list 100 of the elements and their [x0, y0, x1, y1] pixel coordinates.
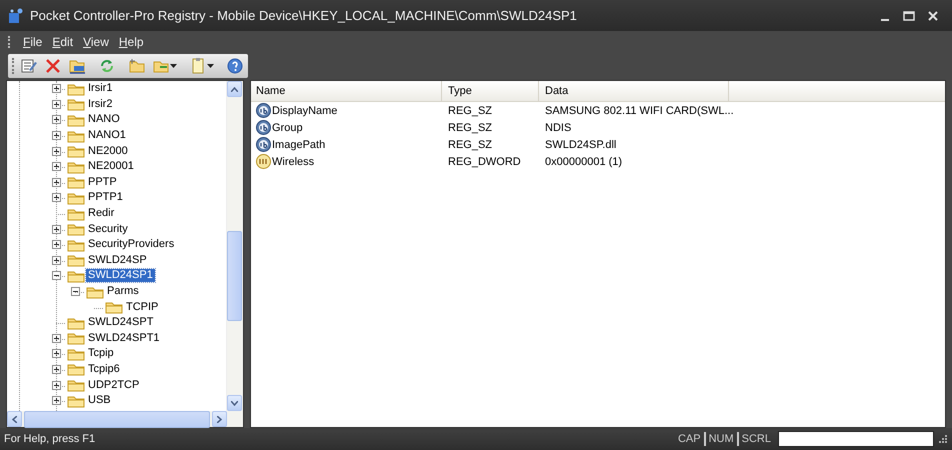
tree-item[interactable]: SWLD24SP — [86, 254, 149, 267]
expand-icon[interactable] — [52, 396, 61, 406]
caret-icon — [217, 416, 222, 422]
table-cell-text: REG_SZ — [447, 122, 494, 134]
app-icon — [6, 6, 24, 24]
expand-icon[interactable] — [52, 256, 61, 265]
tree-item[interactable]: NE20001 — [86, 160, 136, 174]
tree-item[interactable]: USB — [86, 394, 113, 408]
scroll-right-button[interactable] — [212, 411, 227, 427]
expand-icon[interactable] — [52, 224, 61, 234]
tree-item[interactable]: TCPIP — [124, 300, 160, 314]
folder-icon — [86, 284, 104, 299]
help-icon — [226, 57, 244, 75]
tree-item[interactable]: Security — [86, 222, 130, 236]
expand-icon[interactable] — [52, 380, 61, 390]
table-cell-text: 0x00000001 (1) — [544, 156, 624, 168]
expand-icon[interactable] — [52, 178, 61, 187]
folder-icon — [67, 160, 85, 174]
column-header[interactable]: Type — [442, 81, 539, 101]
folder-icon — [67, 206, 85, 221]
column-header[interactable]: Data — [539, 81, 729, 101]
scrollbar-thumb[interactable] — [24, 410, 210, 428]
status-indicator: CAP — [676, 432, 702, 446]
expand-icon[interactable] — [52, 131, 61, 140]
new-folder-icon — [128, 57, 146, 75]
expand-icon[interactable] — [52, 349, 61, 358]
column-header[interactable]: Name — [251, 81, 442, 101]
folder-icon — [67, 144, 85, 158]
tree-item[interactable]: Redir — [86, 207, 116, 220]
tree-item[interactable]: Tcpip6 — [86, 362, 122, 376]
tree-item[interactable]: SWLD24SP1 — [86, 269, 155, 282]
value-name[interactable]: ImagePath — [272, 138, 326, 150]
minimize-icon — [881, 18, 889, 20]
tree-item[interactable]: UDP2TCP — [86, 378, 142, 392]
expand-icon[interactable] — [52, 115, 61, 124]
collapse-icon[interactable] — [71, 287, 80, 296]
table-cell-text: REG_DWORD — [447, 156, 522, 168]
tree-item[interactable]: Parms — [105, 285, 141, 298]
tree-item[interactable]: Irsir2 — [86, 98, 114, 111]
table-cell-text: SWLD24SP.dll — [544, 138, 618, 150]
string-value-icon — [256, 137, 271, 152]
folder-icon — [67, 378, 85, 392]
caret-icon — [231, 86, 238, 92]
maximize-button[interactable] — [902, 8, 916, 22]
window-title: Pocket Controller-Pro Registry - Mobile Device\HKEY_LOCAL_MACHINE\Comm\SWLD24SP1 — [30, 8, 578, 23]
value-name[interactable]: DisplayName — [272, 104, 338, 116]
folder-icon — [67, 238, 85, 252]
folder-icon — [67, 112, 85, 127]
expand-icon[interactable] — [52, 240, 61, 250]
tree-item[interactable]: NE2000 — [86, 144, 130, 158]
expand-icon[interactable] — [52, 84, 61, 94]
expand-icon[interactable] — [52, 100, 61, 109]
menu-item[interactable]: Help — [114, 33, 149, 51]
folder-icon — [67, 362, 85, 376]
expand-icon[interactable] — [52, 146, 61, 156]
tree-item[interactable]: Tcpip — [86, 347, 116, 360]
list-edit-icon — [20, 57, 38, 75]
caret-icon — [170, 64, 177, 68]
table-cell-text: REG_SZ — [447, 138, 494, 150]
close-button[interactable] — [926, 8, 940, 22]
tree-item[interactable]: NANO — [86, 113, 122, 126]
folder-icon — [67, 331, 85, 346]
menu-item[interactable]: Edit — [47, 33, 78, 51]
expand-icon[interactable] — [52, 334, 61, 343]
expand-icon[interactable] — [52, 364, 61, 374]
folder-icon — [67, 97, 85, 112]
tree-item[interactable]: SWLD24SPT1 — [86, 332, 162, 345]
refresh-icon — [98, 57, 116, 75]
menu-item[interactable]: View — [78, 33, 114, 51]
menu-item[interactable]: File — [18, 33, 48, 51]
folder-icon — [67, 346, 85, 361]
resize-grip-icon — [938, 434, 948, 444]
status-indicator: NUM — [704, 432, 737, 446]
tree-item[interactable]: PPTP1 — [86, 191, 125, 204]
scrollbar-thumb[interactable] — [227, 231, 242, 321]
close-icon — [926, 8, 940, 22]
string-value-icon — [256, 120, 271, 135]
binary-value-icon — [256, 154, 271, 169]
tree-item[interactable]: SecurityProviders — [86, 238, 176, 252]
collapse-icon[interactable] — [52, 271, 61, 280]
table-cell-text: NDIS — [544, 122, 572, 134]
tree-item[interactable]: Irsir1 — [86, 82, 114, 96]
folder-icon — [67, 316, 85, 330]
expand-icon[interactable] — [52, 193, 61, 202]
caret-icon — [207, 64, 214, 68]
folder-icon — [105, 300, 123, 314]
delete-icon — [44, 57, 62, 75]
tree-item[interactable]: SWLD24SPT — [86, 316, 156, 330]
tree-item[interactable]: NANO1 — [86, 129, 128, 142]
value-name[interactable]: Wireless — [272, 156, 314, 168]
status-text: For Help, press F1 — [4, 433, 96, 445]
folder-icon — [67, 175, 85, 190]
tree-item[interactable]: PPTP — [86, 176, 119, 189]
scroll-up-button[interactable] — [227, 81, 242, 97]
folder-icon — [67, 394, 85, 408]
scroll-down-button[interactable] — [227, 395, 242, 411]
scroll-left-button[interactable] — [7, 411, 22, 427]
expand-icon[interactable] — [52, 162, 61, 172]
folder-icon — [67, 253, 85, 268]
value-name[interactable]: Group — [272, 122, 303, 134]
